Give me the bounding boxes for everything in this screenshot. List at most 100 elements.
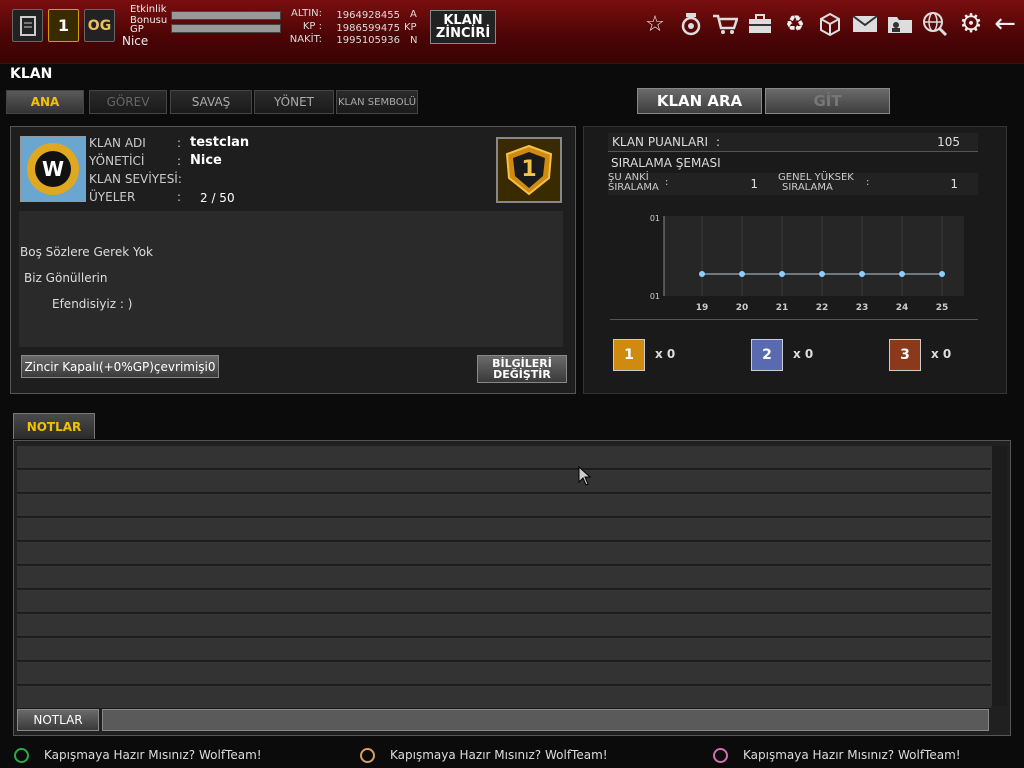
- svg-text:W: W: [42, 157, 64, 181]
- tab-notlar[interactable]: NOTLAR: [13, 413, 95, 439]
- note-row: [17, 542, 991, 565]
- edit-info-button[interactable]: BİLGİLERİ DEĞİŞTİR: [477, 355, 567, 383]
- klan-zinciri-button[interactable]: KLAN ZİNCİRİ: [430, 10, 496, 44]
- globe-icon[interactable]: [920, 10, 950, 38]
- chain-status-button[interactable]: Zincir Kapalı(+0%GP)çevrimişi0: [21, 355, 219, 378]
- tab-savas[interactable]: SAVAŞ: [170, 90, 252, 114]
- current-rank-value: 1: [750, 177, 758, 191]
- tab-yonet[interactable]: YÖNET: [254, 90, 334, 114]
- medal-2-count: x 0: [793, 347, 814, 361]
- inventory-icon[interactable]: [745, 10, 775, 38]
- highest-rank-colon: :: [866, 177, 870, 188]
- klan-ara-button[interactable]: KLAN ARA: [637, 88, 762, 114]
- chart-point: [699, 271, 705, 277]
- note-row: [17, 662, 991, 685]
- clan-level-label: KLAN SEVİYESİ:: [89, 172, 182, 186]
- stats-divider: [610, 319, 978, 320]
- tab-ana[interactable]: ANA: [6, 90, 84, 114]
- chart-x-tick-label: 24: [896, 303, 909, 313]
- cash-unit: N: [410, 35, 418, 46]
- clan-points-value: 105: [937, 135, 960, 149]
- chart-y-tick-label: 01: [650, 292, 660, 301]
- medal-icon[interactable]: [676, 10, 706, 38]
- medal-3-count: x 0: [931, 347, 952, 361]
- description-line-2: Biz Gönüllerin: [24, 271, 108, 285]
- chart-x-tick-label: 25: [936, 303, 949, 313]
- chart-plot-area: [664, 216, 964, 296]
- chart-x-tick-label: 21: [776, 303, 789, 313]
- note-row: [17, 518, 991, 541]
- medal-2-icon: 2: [751, 339, 783, 371]
- chart-x-tick-label: 23: [856, 303, 869, 313]
- clan-admin-colon: :: [177, 154, 182, 168]
- medal-3-icon: 3: [889, 339, 921, 371]
- highest-rank-label-2: SIRALAMA: [782, 182, 833, 193]
- top-bar: 1 OG Etkinlik Bonusu GP Nice ALTIN: 1964…: [0, 0, 1024, 64]
- clan-name-colon: :: [177, 136, 182, 150]
- notepad-icon[interactable]: [12, 9, 43, 42]
- cash-label: NAKİT:: [289, 34, 322, 45]
- notepad-icon-glyph: [19, 15, 36, 36]
- settings-icon[interactable]: ⚙: [956, 9, 986, 39]
- gold-value: 1964928455: [336, 10, 400, 21]
- chart-point: [859, 271, 865, 277]
- chart-point: [939, 271, 945, 277]
- cart-icon[interactable]: [710, 10, 740, 38]
- kp-label: KP :: [302, 21, 322, 32]
- note-row: [17, 566, 991, 589]
- chart-x-tick-label: 22: [816, 303, 829, 313]
- tab-gorev[interactable]: GÖREV: [89, 90, 167, 114]
- note-row: [17, 446, 991, 469]
- ticker-message-2: Kapışmaya Hazır Mısınız? WolfTeam!: [390, 748, 608, 762]
- description-line-1: Boş Sözlere Gerek Yok: [20, 245, 154, 259]
- notes-submit-button[interactable]: NOTLAR: [17, 709, 99, 731]
- folder-icon[interactable]: [885, 10, 915, 38]
- chart-point: [779, 271, 785, 277]
- box-icon[interactable]: [815, 10, 845, 38]
- gold-label: ALTIN:: [291, 8, 322, 19]
- clan-rank-badge-icon: 1: [496, 137, 562, 203]
- level-badge-icon[interactable]: 1: [48, 9, 79, 42]
- og-icon[interactable]: OG: [84, 9, 115, 42]
- note-row: [17, 638, 991, 661]
- kp-value: 1986599475: [336, 23, 400, 34]
- level-badge-number: 1: [57, 16, 70, 35]
- ranking-chart-title: SIRALAMA ŞEMASI: [611, 156, 721, 170]
- ticker-star-icon: [713, 748, 728, 763]
- clan-rank-badge-number: 1: [521, 157, 537, 182]
- ticker-person-icon: [360, 748, 375, 763]
- chart-point: [739, 271, 745, 277]
- ranking-chart: 01 01 19 20 21 22 23 24 25: [650, 214, 964, 313]
- highest-rank-value: 1: [950, 177, 958, 191]
- chart-y-tick-label: 01: [650, 214, 660, 223]
- player-name: Nice: [122, 34, 149, 48]
- chart-point: [899, 271, 905, 277]
- note-row: [17, 590, 991, 613]
- notes-input[interactable]: [102, 709, 989, 731]
- tab-klan-sembolu[interactable]: KLAN SEMBOLÜ: [336, 90, 418, 114]
- clan-name-value: testclan: [190, 135, 250, 150]
- clan-points-label: KLAN PUANLARI: [612, 135, 709, 149]
- back-arrow-icon[interactable]: ←: [990, 9, 1020, 39]
- mail-icon[interactable]: [850, 10, 880, 38]
- recycle-icon[interactable]: ♻: [780, 10, 810, 38]
- star-icon[interactable]: ☆: [640, 10, 670, 38]
- ticker-message-1: Kapışmaya Hazır Mısınız? WolfTeam!: [44, 748, 262, 762]
- note-row: [17, 614, 991, 637]
- edit-info-line2: DEĞİŞTİR: [493, 368, 551, 381]
- chart-x-tick-label: 20: [736, 303, 749, 313]
- note-row: [17, 686, 991, 709]
- notes-scrollbar[interactable]: [991, 446, 1007, 706]
- clan-admin-value: Nice: [190, 153, 222, 168]
- page-title: KLAN: [10, 66, 53, 82]
- chart-point: [819, 271, 825, 277]
- gold-unit: A: [410, 9, 417, 20]
- clan-members-label: ÜYELER: [89, 190, 136, 204]
- kp-unit: KP: [404, 22, 417, 33]
- clan-points-colon: :: [716, 135, 721, 149]
- clan-name-label: KLAN ADI: [89, 136, 146, 150]
- git-button[interactable]: GİT: [765, 88, 890, 114]
- clan-emblem-icon: W: [20, 136, 86, 202]
- medal-1-count: x 0: [655, 347, 676, 361]
- current-rank-label-2: SIRALAMA: [608, 182, 659, 193]
